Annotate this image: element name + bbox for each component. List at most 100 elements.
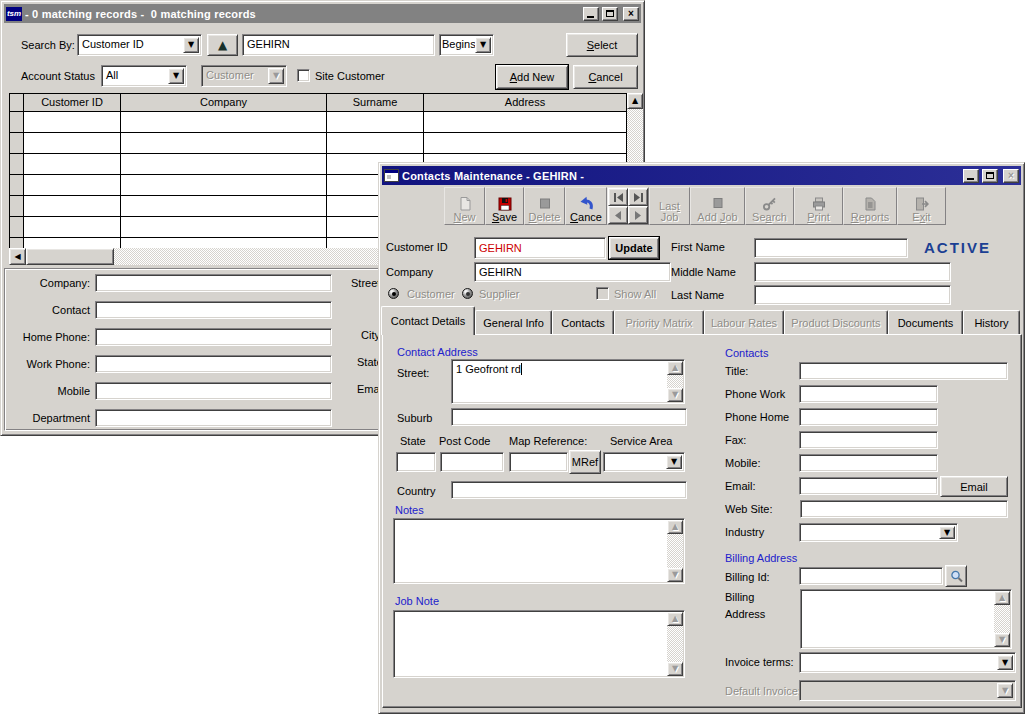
maximize-icon[interactable]	[982, 169, 998, 183]
detail-right-label: Street	[351, 277, 380, 289]
add-new-button[interactable]: Add New	[496, 65, 568, 89]
minimize-icon[interactable]	[583, 7, 599, 21]
invoice-terms-combo[interactable]: ▼	[799, 652, 1016, 673]
grid-column-header[interactable]: Address	[424, 94, 627, 112]
contacts-window: Contacts Maintenance - GEHIRN - × NewSav…	[378, 162, 1025, 714]
account-status-combo[interactable]: All ▼	[101, 65, 187, 87]
contacts-window-titlebar[interactable]: Contacts Maintenance - GEHIRN - ×	[382, 166, 1021, 185]
tab-documents[interactable]: Documents	[888, 310, 963, 335]
last-name-field[interactable]	[754, 285, 951, 305]
search-input[interactable]: GEHIRN	[242, 34, 435, 56]
tab-labour-rates-label: Labour Rates	[711, 317, 777, 329]
search-up-button[interactable]: ▲	[207, 34, 238, 56]
suburb-field[interactable]	[451, 408, 687, 426]
supplier-radio[interactable]	[462, 288, 473, 299]
last-record-icon[interactable]	[628, 188, 648, 206]
search-by-combo[interactable]: Customer ID ▼	[77, 34, 202, 56]
contacts-heading: Contacts	[725, 347, 768, 359]
minimize-icon[interactable]	[963, 169, 979, 183]
tab-history[interactable]: History	[963, 310, 1020, 335]
chevron-down-icon[interactable]: ▼	[939, 526, 955, 539]
chevron-down-icon[interactable]: ▼	[666, 455, 682, 469]
fax-field[interactable]	[799, 431, 938, 449]
mref-button[interactable]: MRef	[569, 450, 601, 474]
grid-cell	[24, 217, 121, 238]
grid-column-header[interactable]: Customer ID	[24, 94, 121, 112]
cancel-button[interactable]: Cancel	[573, 65, 638, 89]
state-field[interactable]	[396, 452, 436, 472]
street-field[interactable]: 1 Geofront rd ▲ ▼	[451, 359, 685, 404]
tab-general-info[interactable]: General Info	[475, 310, 552, 335]
middle-name-label: Middle Name	[671, 266, 736, 278]
hscroll-thumb[interactable]	[26, 248, 114, 265]
close-icon[interactable]: ×	[623, 7, 639, 21]
country-field[interactable]	[451, 481, 687, 499]
phone-home-field[interactable]	[799, 408, 938, 426]
email-field[interactable]	[799, 477, 938, 495]
detail-field[interactable]	[95, 328, 332, 346]
maximize-icon[interactable]	[602, 7, 618, 21]
grid-cell	[24, 133, 121, 154]
chevron-down-icon[interactable]: ▼	[168, 68, 184, 84]
post-code-field[interactable]	[440, 452, 504, 472]
grid-column-header[interactable]: Surname	[327, 94, 424, 112]
tab-priority-matrix: Priority Matrix	[614, 310, 704, 335]
phone-work-field[interactable]	[799, 385, 938, 403]
grid-cell	[121, 133, 327, 154]
delete-icon	[537, 195, 553, 212]
grid-cell	[121, 154, 327, 175]
contacts-window-title: Contacts Maintenance - GEHIRN -	[402, 170, 960, 182]
middle-name-field[interactable]	[754, 262, 951, 282]
phone-home-label: Phone Home	[725, 411, 789, 423]
email-button[interactable]: Email	[940, 476, 1008, 497]
scroll-left-icon[interactable]: ◀	[9, 248, 26, 265]
service-area-combo[interactable]: ▼	[603, 452, 685, 472]
cance-button[interactable]: Cance	[565, 187, 607, 225]
match-mode-combo[interactable]: Begins W ▼	[439, 34, 494, 56]
billing-id-lookup-button[interactable]	[945, 565, 967, 587]
notes-field[interactable]: ▲ ▼	[393, 518, 685, 584]
detail-field[interactable]	[95, 301, 332, 319]
industry-field[interactable]: ▼	[799, 523, 958, 542]
first-record-icon[interactable]	[608, 188, 628, 206]
mobile-field[interactable]	[799, 454, 938, 472]
job-note-field[interactable]: ▲ ▼	[393, 610, 685, 678]
update-button[interactable]: Update	[609, 237, 659, 259]
grid-column-header[interactable]: Company	[121, 94, 327, 112]
site-customer-checkbox[interactable]	[297, 69, 310, 82]
select-button[interactable]: Select	[566, 33, 638, 57]
billing-id-field[interactable]	[799, 567, 943, 585]
billing-address-field[interactable]: ▲ ▼	[800, 589, 1012, 649]
first-name-field[interactable]	[754, 238, 908, 258]
title-field[interactable]	[799, 362, 1008, 380]
detail-field[interactable]	[95, 274, 332, 292]
detail-field[interactable]	[95, 409, 332, 427]
previous-record-icon[interactable]	[608, 206, 628, 224]
map-reference-field[interactable]	[509, 452, 568, 472]
grid-cell	[121, 112, 327, 133]
scroll-down-icon: ▼	[667, 662, 683, 676]
customer-radio[interactable]	[388, 288, 399, 299]
tab-contacts[interactable]: Contacts	[552, 310, 614, 335]
add-job-button: Add Job	[690, 187, 745, 225]
scroll-up-icon[interactable]: ▲	[627, 93, 643, 109]
chevron-down-icon[interactable]: ▼	[997, 655, 1013, 670]
detail-field[interactable]	[95, 355, 332, 373]
new-page-icon	[457, 195, 473, 212]
chevron-down-icon: ▼	[268, 68, 284, 84]
tab-contact-details[interactable]: Contact Details	[381, 306, 475, 335]
tab-priority-matrix-label: Priority Matrix	[625, 317, 692, 329]
customer-id-field[interactable]: GEHIRN	[474, 237, 606, 259]
web-site-field[interactable]	[800, 500, 1008, 518]
street-label: Street:	[397, 367, 429, 379]
chevron-down-icon[interactable]: ▼	[475, 37, 491, 53]
next-record-icon[interactable]	[628, 206, 648, 224]
company-field[interactable]: GEHIRN	[474, 262, 671, 282]
grid-cell	[24, 196, 121, 217]
grid-row-selector	[10, 175, 24, 196]
service-area-label: Service Area	[610, 435, 672, 447]
search-window-titlebar[interactable]: tsm - 0 matching records - 0 matching re…	[4, 4, 641, 23]
detail-field[interactable]	[95, 382, 332, 400]
chevron-down-icon[interactable]: ▼	[183, 37, 199, 53]
save-button[interactable]: Save	[485, 187, 524, 225]
